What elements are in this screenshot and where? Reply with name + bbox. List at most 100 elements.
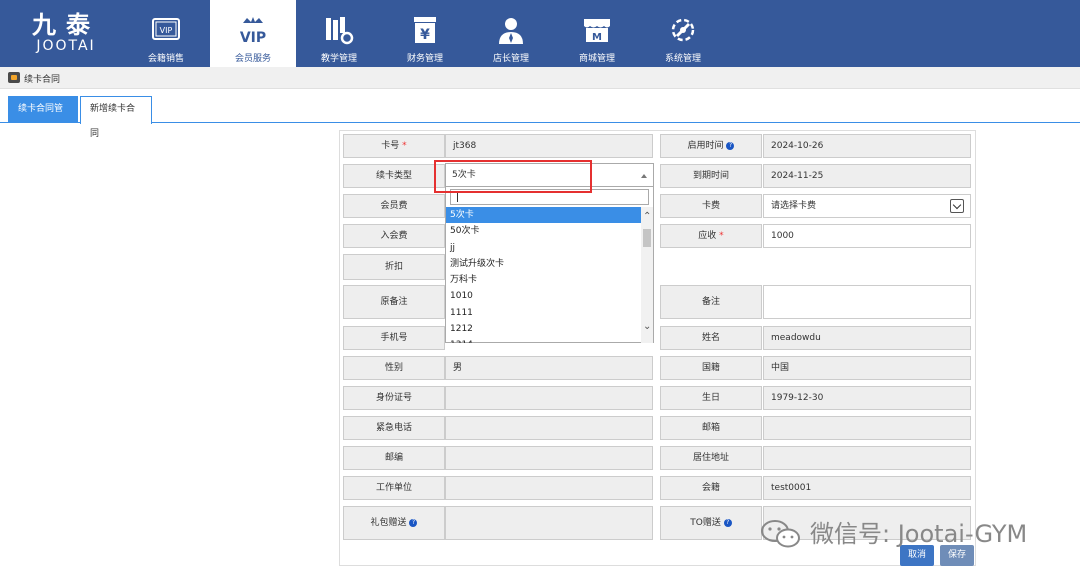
orig-note-label: 原备注 xyxy=(343,285,445,319)
advisor-field[interactable]: test0001 xyxy=(763,476,971,500)
dropdown-option[interactable]: 1314 xyxy=(446,337,642,343)
top-nav: 九泰 JOOTAI VIP 会籍销售 VIP 会员服务 教学管理 ¥ 财务管理 … xyxy=(0,0,1080,67)
advisor-label: 会籍 xyxy=(660,476,762,500)
gender-field[interactable]: 男 xyxy=(445,356,653,380)
company-field[interactable] xyxy=(445,476,653,500)
company-label: 工作单位 xyxy=(343,476,445,500)
id-no-label: 身份证号 xyxy=(343,386,445,410)
logo-en: JOOTAI xyxy=(36,38,96,54)
receivable-label: 应收 * xyxy=(660,224,762,248)
dropdown-option[interactable]: 1212 xyxy=(446,321,642,337)
end-date-field[interactable]: 2024-11-25 xyxy=(763,164,971,188)
nav-system[interactable]: 系统管理 xyxy=(640,0,726,67)
nav-manager[interactable]: 店长管理 xyxy=(468,0,554,67)
nav-mall[interactable]: M 商城管理 xyxy=(554,0,640,67)
card-fee-select[interactable]: 请选择卡费 xyxy=(763,194,971,218)
emergency-label: 紧急电话 xyxy=(343,416,445,440)
email-field[interactable] xyxy=(763,416,971,440)
card-type-value: 5次卡 xyxy=(452,170,476,180)
books-gear-icon xyxy=(326,17,354,45)
nav-teaching[interactable]: 教学管理 xyxy=(296,0,382,67)
scroll-thumb[interactable] xyxy=(643,229,651,247)
nav-member-sales[interactable]: VIP 会籍销售 xyxy=(123,0,209,67)
address-field[interactable] xyxy=(763,446,971,470)
card-type-label: 续卡类型 xyxy=(343,164,445,188)
breadcrumb-text: 续卡合同 xyxy=(24,75,61,85)
to-gift-label: TO赠送 ? xyxy=(660,506,762,540)
dropdown-option[interactable]: 5次卡 xyxy=(446,207,642,224)
dropdown-option[interactable]: 50次卡 xyxy=(446,223,642,239)
card-fee-placeholder: 请选择卡费 xyxy=(771,201,817,211)
receivable-field[interactable]: 1000 xyxy=(763,224,971,248)
dropdown-option[interactable]: jj xyxy=(446,240,642,256)
yen-box-icon: ¥ xyxy=(414,17,436,43)
phone-label: 手机号 xyxy=(343,326,445,350)
discount-label: 折扣 xyxy=(343,254,445,280)
help-icon[interactable]: ? xyxy=(723,518,732,527)
dropdown-scrollbar[interactable]: ⌃ ⌄ xyxy=(641,207,653,343)
note-field[interactable] xyxy=(763,285,971,319)
wechat-icon xyxy=(761,520,800,548)
help-icon[interactable]: ? xyxy=(409,518,418,527)
nav-label: 财务管理 xyxy=(406,54,443,64)
zip-field[interactable] xyxy=(445,446,653,470)
name-label: 姓名 xyxy=(660,326,762,350)
emergency-field[interactable] xyxy=(445,416,653,440)
nationality-label: 国籍 xyxy=(660,356,762,380)
zip-label: 邮编 xyxy=(343,446,445,470)
id-no-field[interactable] xyxy=(445,386,653,410)
dropdown-option[interactable]: 1111 xyxy=(446,305,642,321)
tab-new-renewal[interactable]: 新增续卡合同 xyxy=(80,96,152,139)
dropdown-option[interactable]: 测试升级次卡 xyxy=(446,256,642,272)
tab-bar: 续卡合同管理 新增续卡合同 xyxy=(0,96,1080,139)
nav-member-service[interactable]: VIP 会员服务 xyxy=(210,0,296,67)
gift-field[interactable] xyxy=(445,506,653,540)
manager-icon xyxy=(499,18,523,44)
vip-card-icon: VIP xyxy=(152,18,180,40)
dropdown-option[interactable]: 万科卡 xyxy=(446,272,642,288)
help-icon[interactable]: ? xyxy=(726,141,735,150)
chevron-down-icon[interactable]: ⌄ xyxy=(643,322,651,332)
watermark-text: 微信号: Jootai-GYM xyxy=(810,520,1028,548)
chevron-up-icon[interactable]: ⌃ xyxy=(643,212,651,222)
nav-label: 系统管理 xyxy=(664,54,701,64)
nav-label: 店长管理 xyxy=(492,54,529,64)
address-label: 居住地址 xyxy=(660,446,762,470)
card-type-select[interactable]: 5次卡 xyxy=(445,163,654,187)
start-date-label: 启用时间 ? xyxy=(660,134,762,158)
dropdown-option[interactable]: 1010 xyxy=(446,288,642,304)
nav-label: 教学管理 xyxy=(320,54,357,64)
note-label: 备注 xyxy=(660,285,762,319)
nav-label: 会员服务 xyxy=(234,54,271,64)
svg-text:VIP: VIP xyxy=(160,26,173,35)
join-fee-label: 入会费 xyxy=(343,224,445,248)
start-date-field[interactable]: 2024-10-26 xyxy=(763,134,971,158)
nav-label: 商城管理 xyxy=(578,54,615,64)
logo-cn: 九泰 xyxy=(32,11,100,39)
svg-text:VIP: VIP xyxy=(240,30,266,46)
card-fee-label: 卡费 xyxy=(660,194,762,218)
chevron-down-icon[interactable] xyxy=(950,199,964,213)
card-no-label: 卡号 * xyxy=(343,134,445,158)
dropdown-search-input[interactable] xyxy=(450,189,649,205)
name-field[interactable]: meadowdu xyxy=(763,326,971,350)
shop-icon: M xyxy=(584,19,610,43)
nav-finance[interactable]: ¥ 财务管理 xyxy=(382,0,468,67)
birthday-field[interactable]: 1979-12-30 xyxy=(763,386,971,410)
gender-label: 性别 xyxy=(343,356,445,380)
card-no-field[interactable]: jt368 xyxy=(445,134,653,158)
end-date-label: 到期时间 xyxy=(660,164,762,188)
caret-up-icon xyxy=(641,174,647,178)
folder-icon xyxy=(8,72,20,83)
gift-label: 礼包赠送 ? xyxy=(343,506,445,540)
email-label: 邮箱 xyxy=(660,416,762,440)
member-fee-label: 会员费 xyxy=(343,194,445,218)
jootai-logo: 九泰 JOOTAI xyxy=(26,12,106,54)
birthday-label: 生日 xyxy=(660,386,762,410)
tab-renewal-management[interactable]: 续卡合同管理 xyxy=(8,96,78,139)
breadcrumb: 续卡合同 xyxy=(0,67,1080,89)
vip-crown-icon: VIP xyxy=(240,17,266,46)
nationality-field[interactable]: 中国 xyxy=(763,356,971,380)
nav-label: 会籍销售 xyxy=(147,54,184,64)
wechat-watermark: 微信号: Jootai-GYM xyxy=(760,514,1060,554)
